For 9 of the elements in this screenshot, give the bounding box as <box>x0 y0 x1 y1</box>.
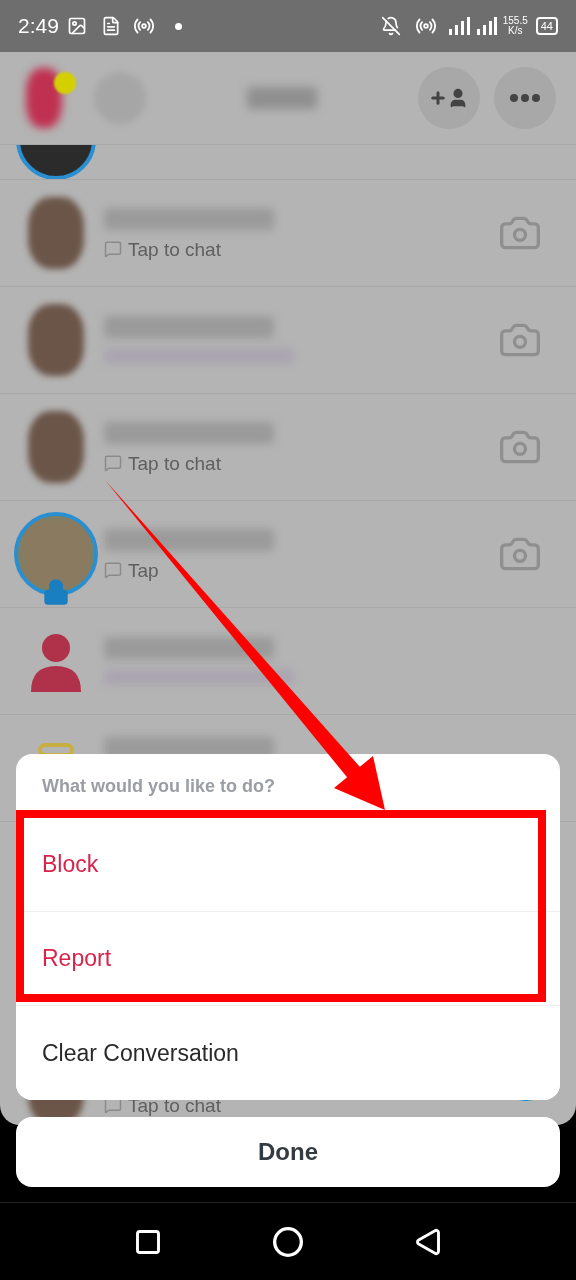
chat-status: Tap to chat <box>128 453 221 473</box>
status-time: 2:49 <box>18 13 59 40</box>
battery-icon: 44 <box>535 17 558 35</box>
chat-status: Tap <box>128 560 159 580</box>
sheet-title: What would you like to do? <box>42 774 275 798</box>
done-button[interactable]: Done <box>16 1117 560 1187</box>
speed-value: 155.5 <box>502 16 528 26</box>
chat-status: Tap to chat <box>128 239 221 259</box>
speed-unit: K/s <box>508 26 523 36</box>
